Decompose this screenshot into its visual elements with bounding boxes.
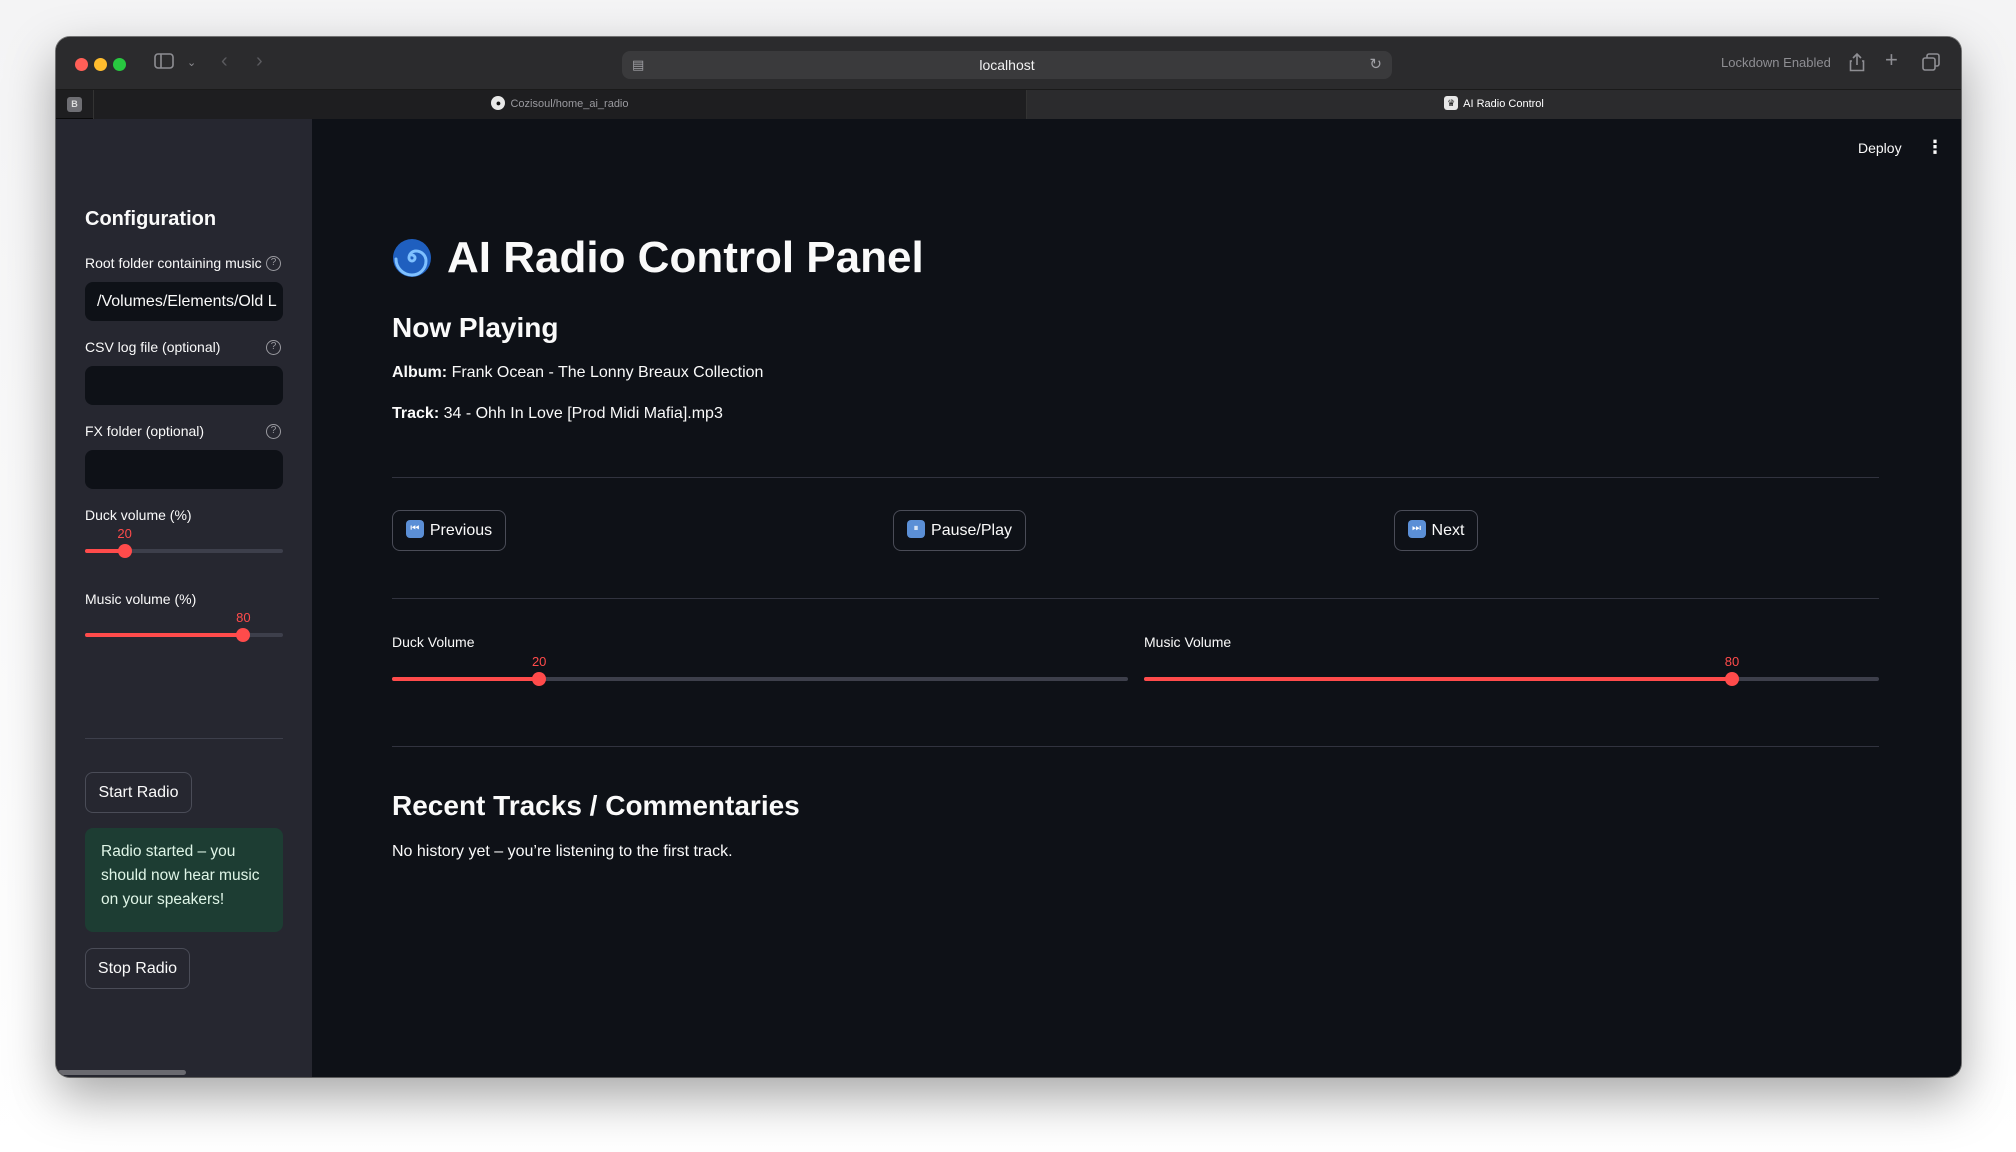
slider-value: 80 (1724, 654, 1740, 669)
slider-value: 80 (236, 610, 251, 625)
deploy-button[interactable]: Deploy (1858, 140, 1902, 156)
tab-label: AI Radio Control (1463, 98, 1544, 110)
slider-thumb[interactable] (1725, 672, 1739, 686)
slider-fill (1144, 677, 1732, 681)
music-volume-label: Music Volume (1144, 634, 1232, 650)
track-value: 34 - Ohh In Love [Prod Midi Mafia].mp3 (443, 405, 723, 422)
pause-icon: ⏸ (907, 519, 926, 538)
previous-label: Previous (429, 522, 493, 539)
tab-label: Cozisoul/home_ai_radio (510, 98, 629, 110)
slider-thumb[interactable] (236, 628, 251, 642)
music-volume-label: Music volume (%) (85, 591, 197, 607)
browser-toolbar: ⌄ ‹ › ▤ localhost ↻ Lockdown Enabled + (56, 37, 1961, 90)
sidebar-title: Configuration (85, 208, 217, 230)
recent-heading: Recent Tracks / Commentaries (392, 790, 800, 821)
reload-icon[interactable]: ↻ (1369, 51, 1382, 79)
track-label: Track: (392, 405, 440, 422)
streamlit-icon: ♛ (1444, 96, 1459, 111)
slider-value: 20 (117, 526, 132, 541)
duck-volume-label: Duck volume (%) (85, 507, 192, 523)
sidebar-toggle-icon[interactable] (154, 53, 174, 75)
previous-track-icon: ⏮ (405, 519, 424, 538)
album-value: Frank Ocean - The Lonny Breaux Collectio… (451, 364, 764, 381)
divider (392, 746, 1879, 747)
help-icon[interactable]: ? (266, 340, 281, 355)
tab-github[interactable]: ● Cozisoul/home_ai_radio (93, 90, 1027, 119)
help-icon[interactable]: ? (266, 256, 281, 271)
page-title: AI Radio Control Panel (447, 233, 924, 282)
tab-overview-icon[interactable] (1922, 53, 1940, 77)
root-folder-label: Root folder containing music (85, 255, 262, 271)
csv-log-label: CSV log file (optional) (85, 339, 221, 355)
forward-icon[interactable]: › (256, 51, 263, 71)
github-icon: ● (491, 96, 506, 111)
tab-ai-radio-control[interactable]: ♛ AI Radio Control (1027, 90, 1961, 119)
cyclone-icon (393, 239, 431, 277)
stop-radio-button[interactable]: Stop Radio (85, 948, 190, 989)
lockdown-status: Lockdown Enabled (1721, 55, 1831, 70)
chevron-down-icon[interactable]: ⌄ (187, 53, 196, 73)
sidebar: Configuration Root folder containing mus… (56, 119, 312, 1077)
next-label: Next (1431, 522, 1465, 539)
slider-value: 20 (531, 654, 547, 669)
browser-window: ⌄ ‹ › ▤ localhost ↻ Lockdown Enabled + B… (56, 37, 1961, 1077)
duck-volume-label: Duck Volume (392, 634, 475, 650)
divider (392, 598, 1879, 599)
minimize-window-button[interactable] (94, 58, 107, 71)
next-button[interactable]: ⏭ Next (1394, 510, 1478, 551)
slider-fill (85, 633, 244, 637)
zoom-window-button[interactable] (113, 58, 126, 71)
track-line: Track: 34 - Ohh In Love [Prod Midi Mafia… (392, 405, 723, 423)
help-icon[interactable]: ? (266, 424, 281, 439)
back-icon[interactable]: ‹ (221, 51, 228, 71)
recent-empty-text: No history yet – you’re listening to the… (392, 843, 733, 860)
new-tab-icon[interactable]: + (1885, 49, 1898, 71)
share-icon[interactable] (1849, 52, 1865, 78)
root-folder-input[interactable]: /Volumes/Elements/Old L (85, 282, 283, 321)
address-bar[interactable]: ▤ localhost ↻ (622, 51, 1392, 79)
more-menu-icon[interactable]: ⋮ (1926, 137, 1944, 158)
pause-play-label: Pause/Play (931, 522, 1012, 539)
start-radio-button[interactable]: Start Radio (85, 772, 192, 813)
url-text: localhost (979, 57, 1035, 73)
pause-play-button[interactable]: ⏸ Pause/Play (893, 510, 1026, 551)
previous-button[interactable]: ⏮ Previous (392, 510, 506, 551)
site-settings-icon[interactable]: ▤ (632, 51, 644, 79)
album-line: Album: Frank Ocean - The Lonny Breaux Co… (392, 364, 763, 382)
slider-fill (392, 677, 540, 681)
horizontal-scrollbar[interactable] (58, 1070, 186, 1075)
success-alert: Radio started – you should now hear musi… (85, 828, 283, 932)
slider-thumb[interactable] (117, 544, 132, 558)
album-label: Album: (392, 364, 448, 381)
sidebar-divider (85, 738, 283, 739)
now-playing-heading: Now Playing (392, 312, 559, 343)
divider (392, 477, 1879, 478)
csv-log-input[interactable] (85, 366, 283, 405)
fx-folder-input[interactable] (85, 450, 283, 489)
fx-folder-label: FX folder (optional) (85, 423, 205, 439)
next-track-icon: ⏭ (1407, 519, 1426, 538)
close-window-button[interactable] (75, 58, 88, 71)
pinned-tab-icon[interactable]: B (67, 97, 82, 112)
tab-bar: B ● Cozisoul/home_ai_radio ♛ AI Radio Cont… (56, 90, 1961, 119)
